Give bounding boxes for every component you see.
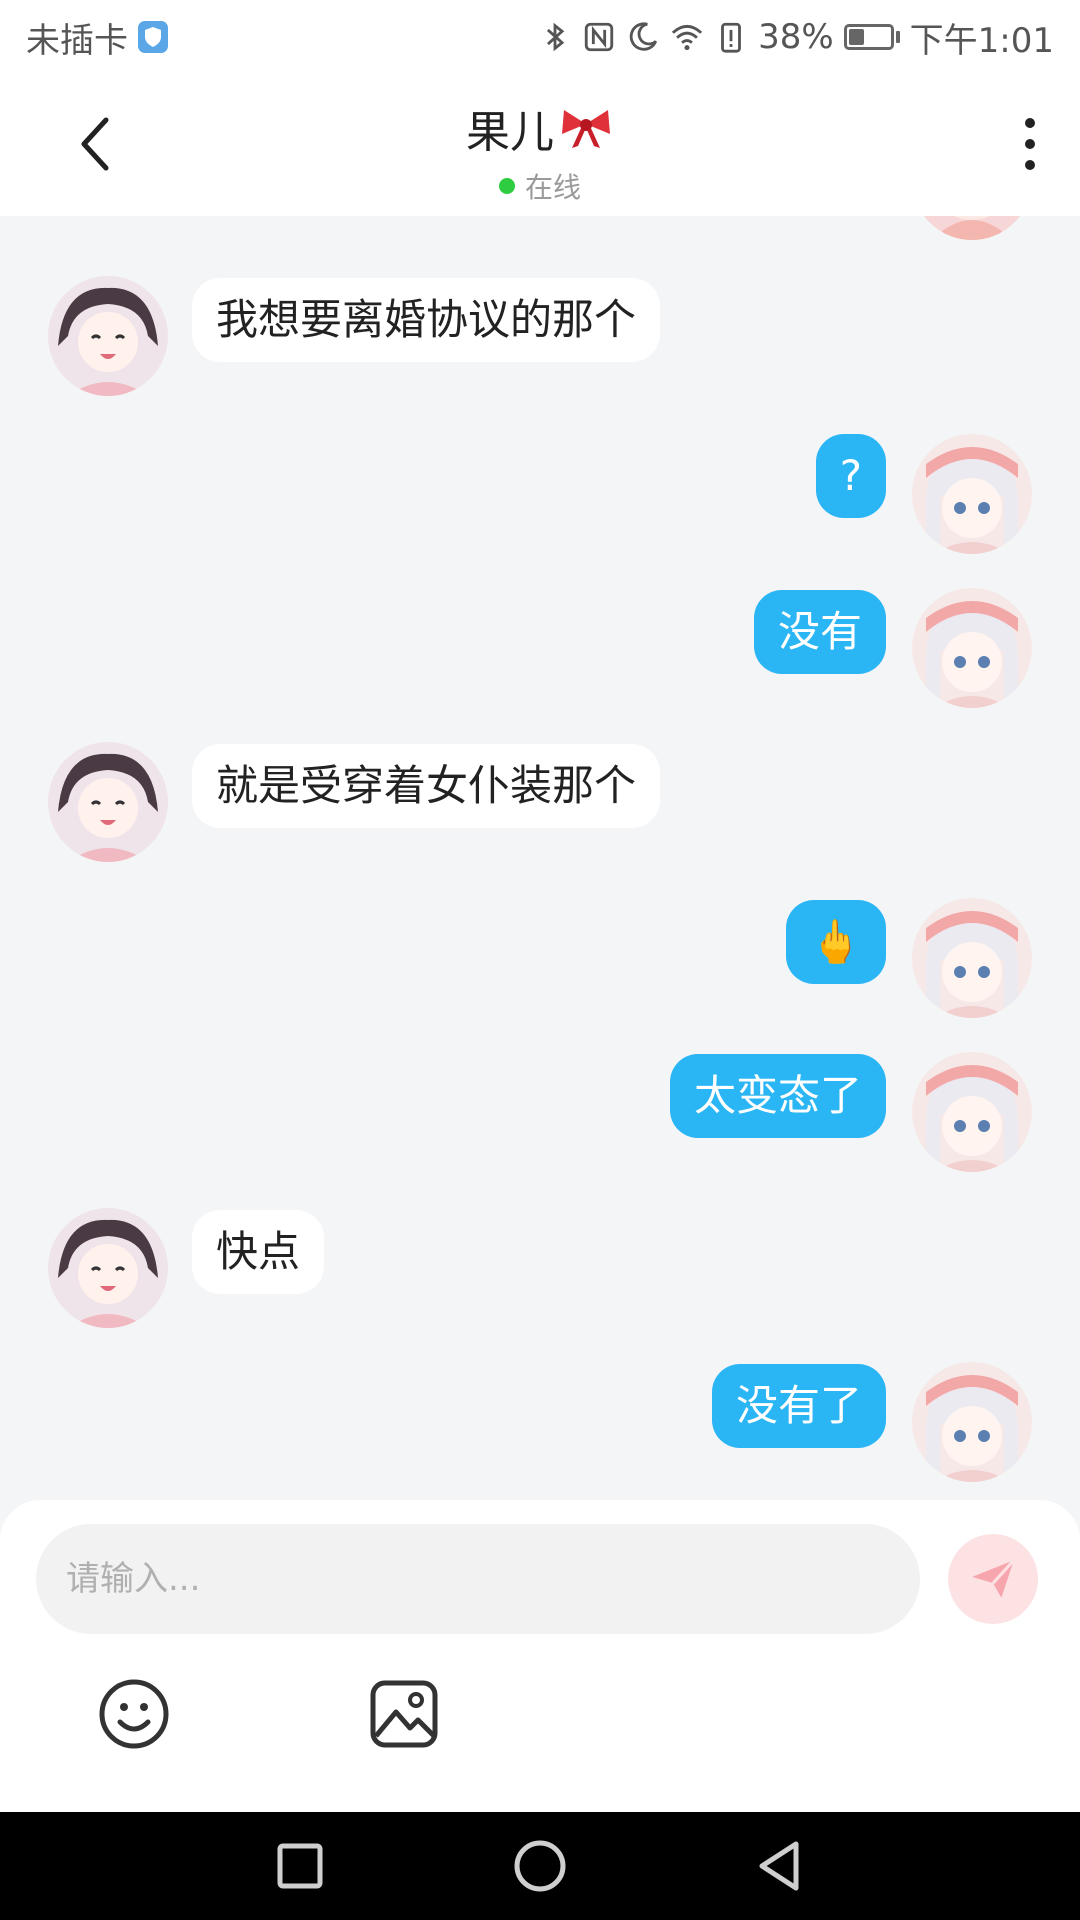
message-bubble-outgoing[interactable]: 🖕 (785, 900, 886, 984)
message-bubble-incoming[interactable]: 我想要离婚协议的那个 (192, 278, 661, 362)
shield-icon (138, 21, 168, 53)
wifi-icon (671, 24, 703, 51)
image-icon[interactable] (368, 1678, 440, 1750)
message-bubble-incoming[interactable]: 快点 (192, 1210, 325, 1294)
nfc-icon (584, 22, 614, 52)
status-bar: 未插卡 38% 下午1:01 (0, 0, 1080, 74)
self-avatar[interactable] (912, 1362, 1032, 1482)
message-bubble-outgoing[interactable]: ? (815, 434, 886, 518)
self-avatar[interactable] (912, 216, 1032, 240)
system-nav-bar (0, 1812, 1080, 1920)
back-icon[interactable] (750, 1836, 810, 1896)
send-icon (972, 1559, 1015, 1598)
self-avatar[interactable] (912, 1052, 1032, 1172)
clock: 下午1:01 (909, 20, 1054, 61)
contact-avatar[interactable] (48, 742, 168, 862)
contact-avatar[interactable] (48, 276, 168, 396)
home-icon[interactable] (510, 1836, 570, 1896)
battery-icon (843, 24, 900, 50)
contact-avatar[interactable] (48, 1208, 168, 1328)
battery-alert-icon (721, 22, 741, 53)
message-bubble-outgoing[interactable]: 没有 (753, 590, 886, 674)
recent-apps-icon[interactable] (270, 1836, 330, 1896)
ribbon-bow-icon (562, 110, 610, 148)
self-avatar[interactable] (912, 898, 1032, 1018)
chat-header: 果儿 在线 (0, 74, 1080, 216)
message-bubble-incoming[interactable]: 就是受穿着女仆装那个 (192, 744, 661, 828)
moon-icon (629, 22, 658, 51)
more-options-icon[interactable] (1010, 114, 1050, 174)
presence-status: 在线 (524, 171, 581, 204)
message-list[interactable]: 我想要离婚协议的那个 ? 没有 就是受穿着女仆装那个 🖕 太变态了 快点 没有了 (0, 216, 1080, 1500)
carrier-text: 未插卡 (26, 20, 128, 61)
online-dot (498, 178, 515, 194)
contact-info: 果儿 在线 (0, 96, 1080, 206)
emoji-icon[interactable] (98, 1678, 170, 1750)
send-button[interactable] (948, 1534, 1038, 1624)
message-input[interactable] (36, 1524, 920, 1634)
message-bubble-outgoing[interactable]: 太变态了 (669, 1054, 886, 1138)
composer-panel (0, 1500, 1080, 1812)
contact-name: 果儿 (466, 107, 554, 158)
battery-percent: 38% (758, 17, 834, 57)
bluetooth-icon (547, 22, 565, 52)
self-avatar[interactable] (912, 434, 1032, 554)
message-bubble-outgoing[interactable]: 没有了 (711, 1364, 886, 1448)
self-avatar[interactable] (912, 588, 1032, 708)
